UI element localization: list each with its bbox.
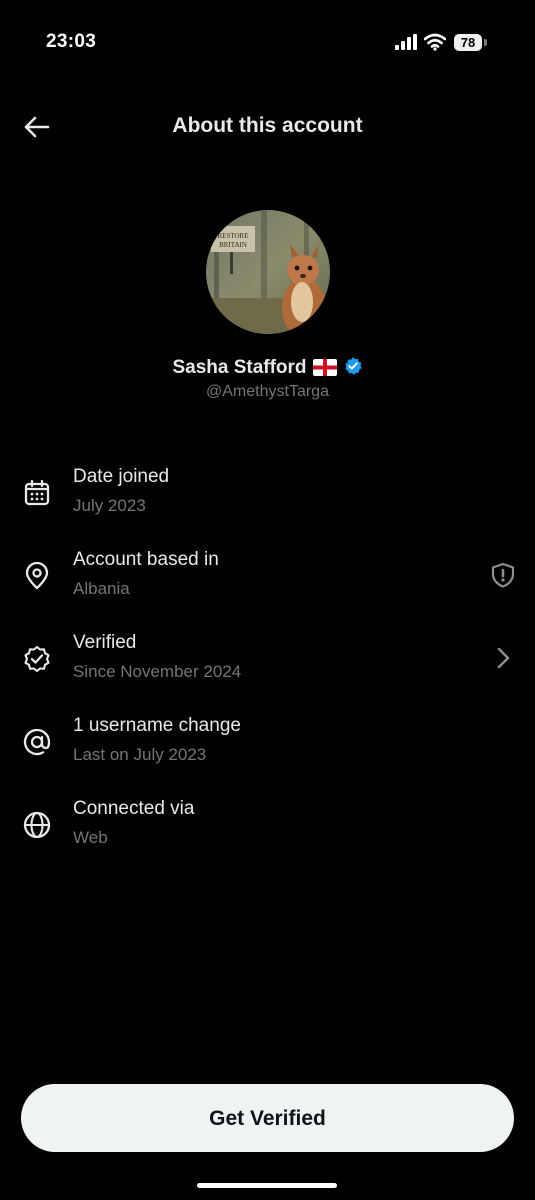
detail-value: Web	[73, 828, 108, 847]
detail-value: July 2023	[73, 496, 146, 515]
verified-badge-icon[interactable]	[343, 356, 363, 376]
profile-handle[interactable]: @AmethystTarga	[0, 383, 535, 401]
detail-value: Albania	[73, 579, 130, 598]
detail-label: Verified	[73, 632, 137, 653]
profile-name: Sasha Stafford	[172, 357, 307, 378]
get-verified-button[interactable]: Get Verified	[21, 1084, 514, 1152]
detail-row-username-change: 1 username change Last on July 2023	[0, 709, 535, 779]
detail-label: Date joined	[73, 466, 170, 487]
location-pin-icon	[25, 561, 49, 590]
detail-row-connected-via: Connected via Web	[0, 792, 535, 862]
globe-icon	[23, 811, 51, 839]
cellular-signal-icon	[395, 34, 417, 50]
at-sign-icon	[23, 728, 51, 756]
detail-label: Connected via	[73, 798, 195, 819]
wifi-icon	[424, 33, 446, 51]
detail-row-account-based-in: Account based in Albania	[0, 543, 535, 613]
battery-cap	[484, 39, 487, 46]
home-indicator[interactable]	[197, 1183, 337, 1188]
chevron-right-icon[interactable]	[489, 644, 517, 672]
profile-name-row: Sasha Stafford	[0, 356, 535, 379]
avatar-image: RESTORE BRITAIN	[206, 210, 330, 334]
detail-value: Since November 2024	[73, 662, 242, 681]
status-time: 23:03	[46, 31, 97, 52]
avatar-sign-line2: BRITAIN	[219, 241, 247, 249]
status-bar: 23:03 78	[0, 0, 535, 80]
detail-row-date-joined: Date joined July 2023	[0, 460, 535, 530]
detail-label: 1 username change	[73, 715, 241, 736]
calendar-icon	[24, 479, 50, 506]
avatar[interactable]: RESTORE BRITAIN	[206, 210, 330, 334]
verified-check-icon	[24, 645, 50, 673]
avatar-sign-line1: RESTORE	[218, 232, 249, 240]
page-title: About this account	[172, 114, 363, 137]
shield-alert-icon[interactable]	[489, 561, 517, 589]
battery-indicator: 78	[454, 34, 482, 51]
detail-row-verified[interactable]: Verified Since November 2024	[0, 626, 535, 696]
england-flag-icon	[312, 359, 337, 376]
detail-label: Account based in	[73, 549, 219, 570]
detail-value: Last on July 2023	[73, 745, 207, 764]
